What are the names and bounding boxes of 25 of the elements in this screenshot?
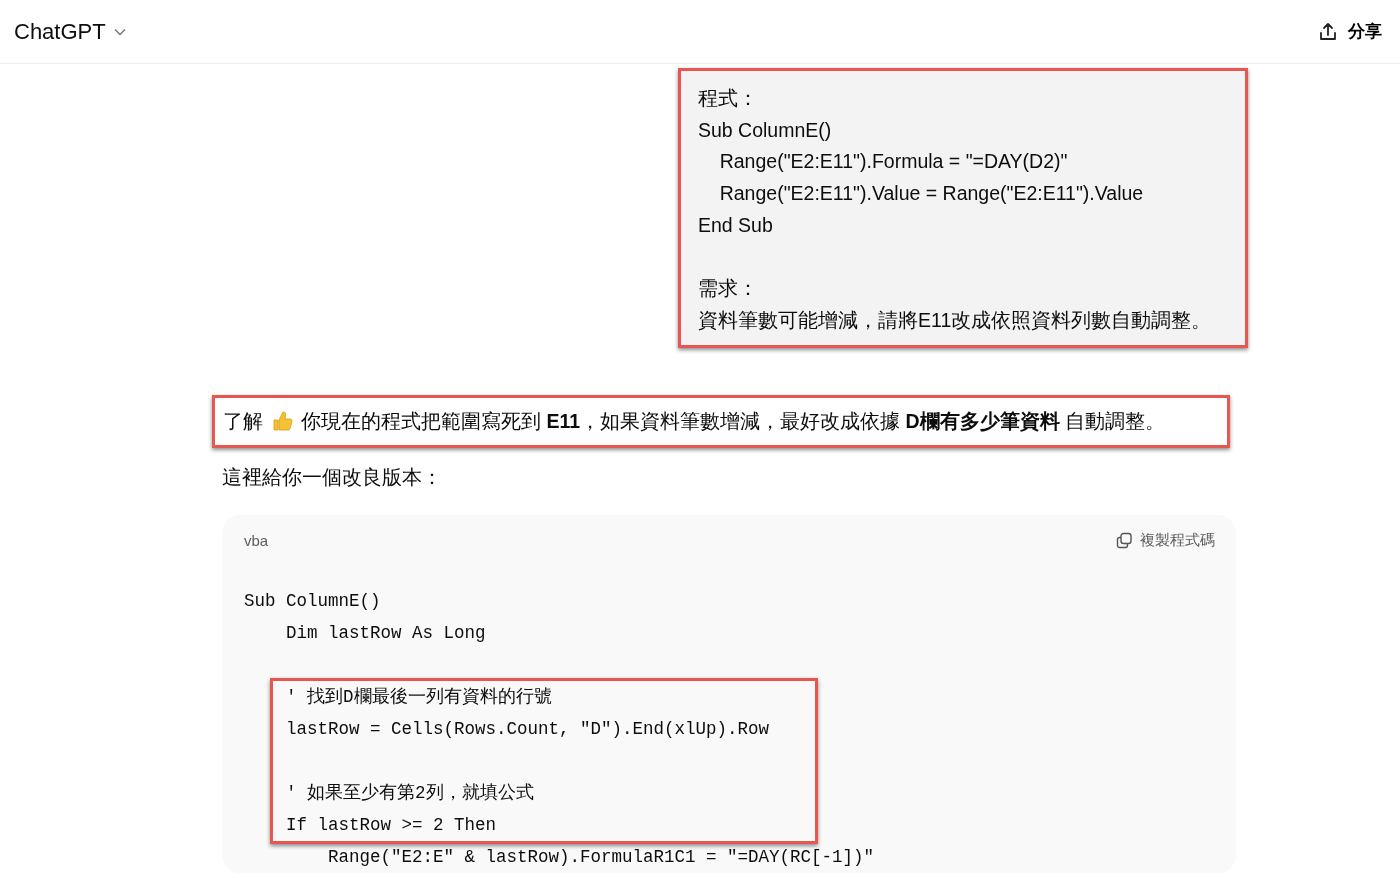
reply-text: 你現在的程式把範圍寫死到 E11，如果資料筆數增減，最好改成依據 D欄有多少筆資料 自動調整。 — [301, 408, 1165, 434]
code-line: Sub ColumnE() — [244, 589, 382, 613]
message-line: Sub ColumnE() — [698, 117, 833, 143]
message-line: 程式： — [698, 86, 759, 111]
code-language: vba — [244, 532, 269, 550]
chevron-icon — [113, 27, 126, 36]
reply-text: 這裡給你一個改良版本： — [222, 464, 443, 490]
message-line: Range("E2:E11").Value = Range("E2:E11").Value — [718, 181, 1145, 207]
message-line: End Sub — [698, 212, 774, 238]
code-comment: ' 找到D欄最後一列有資料的行號 — [285, 685, 553, 709]
code-line: If lastRow >= 2 Then — [285, 813, 498, 837]
share-icon — [1318, 21, 1338, 42]
copy-code-button[interactable]: 複製程式碼 — [1116, 531, 1215, 551]
code-line: lastRow = Cells(Rows.Count, "D").End(xlUp).Row — [285, 717, 771, 741]
message-line: 需求： — [698, 276, 759, 302]
reply-text: 了解 — [223, 408, 263, 434]
copy-icon — [1116, 532, 1133, 550]
share-button[interactable]: 分享 — [1318, 20, 1382, 43]
message-line: 資料筆數可能增減，請將E11改成依照資料列數自動調整。 — [698, 307, 1213, 333]
code-line: Dim lastRow As Long — [285, 621, 487, 645]
message-line: Range("E2:E11").Formula = "=DAY(D2)" — [718, 149, 1069, 175]
code-line: Range("E2:E" & lastRow).FormulaR1C1 = "=DAY(RC[-1])" — [327, 845, 876, 869]
model-selector[interactable]: ChatGPT — [14, 18, 126, 45]
thumbs-up-icon — [271, 410, 293, 433]
code-comment: ' 如果至少有第2列，就填公式 — [285, 781, 535, 805]
